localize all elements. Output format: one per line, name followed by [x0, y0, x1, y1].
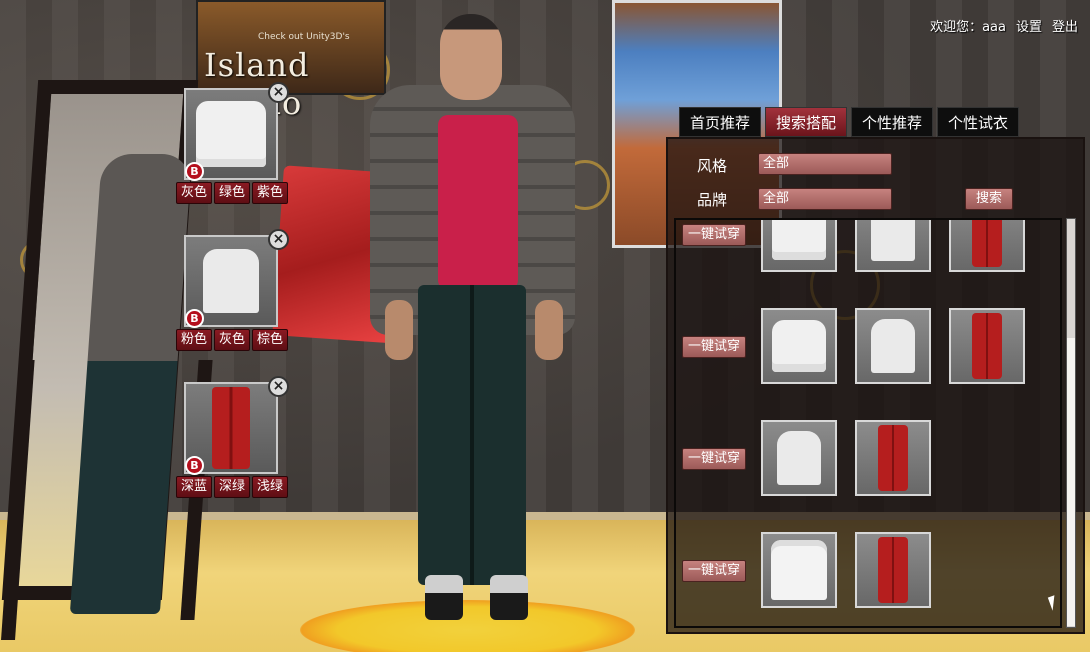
settings-link[interactable]: 设置 — [1016, 16, 1042, 35]
result-item[interactable] — [761, 420, 837, 496]
red-pants-icon — [212, 387, 250, 469]
logout-link[interactable]: 登出 — [1052, 16, 1078, 35]
white-puffer-jacket-icon — [772, 220, 826, 260]
white-puffer-jacket-icon — [772, 320, 826, 372]
white-tshirt-icon — [871, 319, 915, 373]
result-item[interactable] — [761, 308, 837, 384]
welcome-text: 欢迎您：aaa — [930, 20, 1006, 35]
color-option-button[interactable]: 深蓝 — [176, 476, 212, 498]
panel-tabs: 首页推荐 搜索搭配 个性推荐 个性试衣 — [679, 107, 1020, 137]
white-dress-shirt-icon — [771, 540, 827, 600]
result-item[interactable] — [855, 420, 931, 496]
list-item: 一键试穿 — [676, 420, 1056, 500]
color-options: 深蓝 深绿 浅绿 — [176, 476, 288, 498]
try-on-button[interactable]: 一键试穿 — [682, 224, 746, 246]
scrollbar-thumb[interactable] — [1067, 338, 1075, 626]
tab-personal-recommend[interactable]: 个性推荐 — [851, 107, 934, 137]
mirror-reflection — [69, 154, 193, 614]
avatar-shoe-right — [490, 575, 528, 620]
search-button[interactable]: 搜索 — [965, 188, 1013, 210]
brand-badge: B — [185, 162, 204, 181]
white-puffer-jacket-icon — [196, 101, 266, 167]
white-tshirt-icon — [777, 431, 821, 485]
color-option-button[interactable]: 浅绿 — [252, 476, 288, 498]
style-select[interactable]: 全部 — [758, 153, 892, 175]
red-pants-icon — [972, 313, 1002, 379]
red-pants-icon — [878, 537, 908, 603]
result-item[interactable] — [855, 308, 931, 384]
red-pants-icon — [878, 425, 908, 491]
color-option-button[interactable]: 深绿 — [214, 476, 250, 498]
brand-badge: B — [185, 309, 204, 328]
list-item: 一键试穿 — [676, 532, 1056, 612]
brand-select[interactable]: 全部 — [758, 188, 892, 210]
poster-subtitle: Check out Unity3D's — [258, 32, 350, 42]
color-option-button[interactable]: 紫色 — [252, 182, 288, 204]
white-tshirt-icon — [203, 249, 259, 313]
avatar-hand-left — [385, 300, 413, 360]
color-option-button[interactable]: 绿色 — [214, 182, 250, 204]
avatar-pants — [418, 285, 526, 585]
tab-personal-fitting[interactable]: 个性试衣 — [937, 107, 1020, 137]
brand-badge: B — [185, 456, 204, 475]
color-option-button[interactable]: 棕色 — [252, 329, 288, 351]
result-item[interactable] — [855, 220, 931, 272]
avatar-shoe-left — [425, 575, 463, 620]
color-options: 灰色 绿色 紫色 — [176, 182, 288, 204]
user-bar: 欢迎您：aaa 设置 登出 — [930, 16, 1078, 35]
style-label: 风格 — [697, 157, 728, 175]
try-on-button[interactable]: 一键试穿 — [682, 448, 746, 470]
list-item: 一键试穿 — [676, 220, 1056, 276]
tab-search-match[interactable]: 搜索搭配 — [765, 107, 848, 137]
avatar-hand-right — [535, 300, 563, 360]
round-rug — [300, 600, 635, 652]
color-options: 粉色 灰色 棕色 — [176, 329, 288, 351]
avatar-head — [440, 14, 502, 100]
avatar-shirt — [438, 115, 518, 290]
results-list: 一键试穿 一键试穿 一键试穿 一键试穿 — [674, 218, 1062, 628]
close-icon[interactable]: × — [268, 82, 289, 103]
tab-home-recommend[interactable]: 首页推荐 — [679, 107, 762, 137]
try-on-button[interactable]: 一键试穿 — [682, 560, 746, 582]
red-pants-icon — [972, 220, 1002, 267]
brand-label: 品牌 — [697, 191, 728, 209]
try-on-button[interactable]: 一键试穿 — [682, 336, 746, 358]
mirror-glass — [1, 80, 199, 614]
result-item[interactable] — [761, 220, 837, 272]
result-item[interactable] — [855, 532, 931, 608]
result-item[interactable] — [761, 532, 837, 608]
list-item: 一键试穿 — [676, 308, 1056, 388]
color-option-button[interactable]: 灰色 — [214, 329, 250, 351]
close-icon[interactable]: × — [268, 229, 289, 250]
color-option-button[interactable]: 灰色 — [176, 182, 212, 204]
white-tshirt-icon — [871, 220, 915, 261]
result-item[interactable] — [949, 220, 1025, 272]
result-item[interactable] — [949, 308, 1025, 384]
close-icon[interactable]: × — [268, 376, 289, 397]
color-option-button[interactable]: 粉色 — [176, 329, 212, 351]
